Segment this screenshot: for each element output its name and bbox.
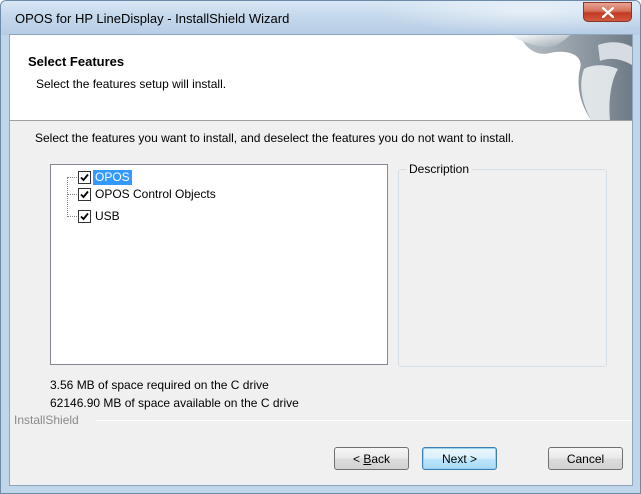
title-bar[interactable]: OPOS for HP LineDisplay - InstallShield … (1, 1, 640, 35)
page-subtitle: Select the features setup will install. (36, 77, 227, 91)
tree-connector (67, 177, 77, 178)
feature-label: OPOS Control Objects (95, 186, 216, 201)
feature-label: OPOS (93, 169, 132, 185)
back-button[interactable]: < Back (334, 447, 409, 470)
feature-item-usb[interactable]: USB (78, 208, 122, 224)
close-icon (601, 6, 614, 18)
feature-tree[interactable]: OPOS OPOS Control Objects USB (50, 164, 388, 365)
installshield-brand: InstallShield (14, 413, 79, 427)
checkmark-icon (80, 190, 89, 198)
brand-divider (96, 420, 632, 421)
space-available-text: 62146.90 MB of space available on the C … (50, 396, 299, 410)
window-title: OPOS for HP LineDisplay - InstallShield … (15, 11, 290, 26)
space-required-text: 3.56 MB of space required on the C drive (50, 378, 269, 392)
installer-window: OPOS for HP LineDisplay - InstallShield … (0, 0, 641, 494)
feature-label: USB (95, 208, 120, 223)
description-groupbox (398, 169, 607, 367)
checkmark-icon (80, 173, 89, 181)
next-button[interactable]: Next > (422, 447, 497, 470)
tree-connector-vertical (67, 177, 68, 217)
wizard-header: Select Features Select the features setu… (10, 35, 632, 121)
cancel-button[interactable]: Cancel (548, 447, 623, 470)
tree-connector (67, 194, 77, 195)
installshield-header-graphic (510, 35, 632, 120)
feature-checkbox[interactable] (78, 209, 91, 223)
tree-connector (67, 216, 77, 217)
back-button-prefix: < (352, 451, 364, 466)
checkmark-icon (80, 212, 89, 220)
back-button-mnemonic: B (363, 451, 372, 466)
feature-item-opos-control-objects[interactable]: OPOS Control Objects (78, 186, 218, 202)
page-title: Select Features (28, 54, 125, 69)
instruction-text: Select the features you want to install,… (35, 131, 514, 145)
feature-item-opos[interactable]: OPOS (78, 169, 132, 185)
back-button-rest: ack (371, 451, 391, 466)
description-legend: Description (406, 162, 473, 176)
close-button[interactable] (583, 2, 632, 22)
wizard-client-area: Select Features Select the features setu… (9, 34, 633, 486)
feature-checkbox[interactable] (78, 187, 91, 201)
feature-checkbox[interactable] (78, 170, 91, 184)
